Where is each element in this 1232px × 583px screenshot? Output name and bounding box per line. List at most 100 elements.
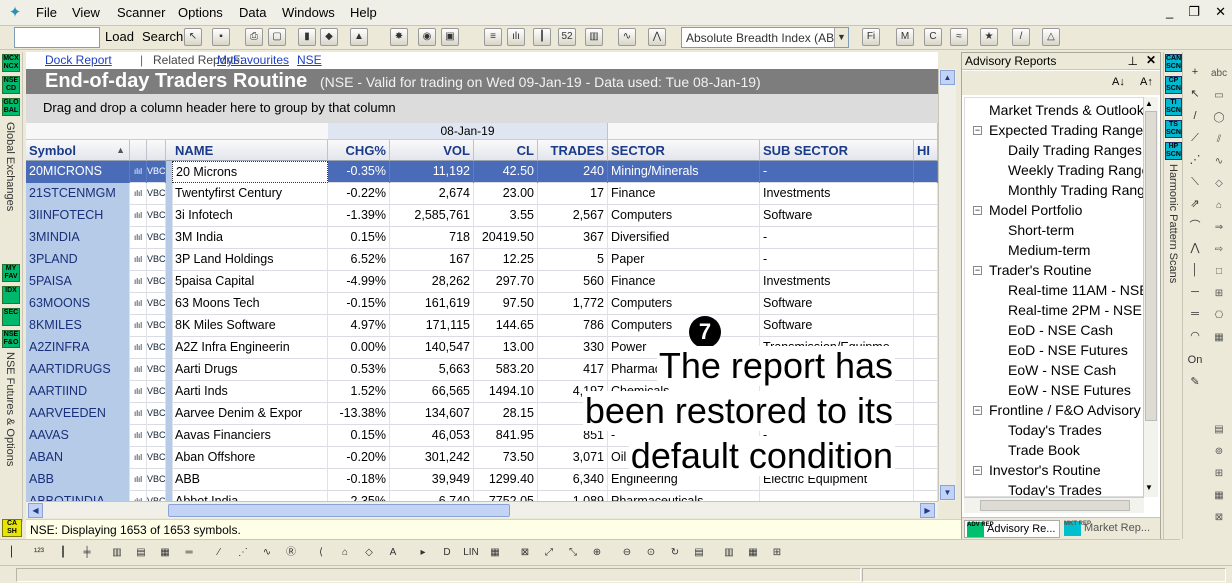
chart-icon[interactable]: ılıl: [130, 359, 147, 381]
parallel-tool-icon[interactable]: ═: [1187, 306, 1203, 322]
volume-icon[interactable]: ▥: [585, 28, 603, 46]
tree-item[interactable]: Real-time 11AM - NSE: [1008, 280, 1143, 300]
cell-hi[interactable]: [914, 249, 938, 271]
cell-trades[interactable]: 367: [538, 227, 608, 249]
text-tool-icon[interactable]: abc: [1211, 66, 1227, 82]
cell-cl[interactable]: 1494.10: [474, 381, 538, 403]
cell-sub-sector[interactable]: Investments: [760, 271, 914, 293]
cell-cl[interactable]: 20419.50: [474, 227, 538, 249]
tab-advisory-reports[interactable]: ADV REP Advisory Re...: [964, 520, 1060, 538]
angle-icon[interactable]: ⟨: [312, 544, 330, 562]
cell-chg[interactable]: -0.20%: [328, 447, 390, 469]
close-icon[interactable]: ✕: [1215, 4, 1226, 22]
vbc-icon[interactable]: VBC: [147, 491, 166, 501]
zoom-out-icon[interactable]: ⊖: [618, 544, 636, 562]
hilo-icon[interactable]: 52: [558, 28, 576, 46]
cell-hi[interactable]: [914, 381, 938, 403]
cell-sub-sector[interactable]: -: [760, 491, 914, 501]
chart-icon[interactable]: ılıl: [130, 183, 147, 205]
cell-chg[interactable]: -1.39%: [328, 205, 390, 227]
network-icon[interactable]: ✸: [390, 28, 408, 46]
cell-name[interactable]: ABB: [172, 469, 328, 491]
bars-icon[interactable]: ılı: [507, 28, 525, 46]
tree-item[interactable]: Real-time 2PM - NSE: [1008, 300, 1142, 320]
numbers-icon[interactable]: ¹²³: [30, 544, 48, 562]
cell-sub-sector[interactable]: Investments: [760, 183, 914, 205]
cell-name[interactable]: 3i Infotech: [172, 205, 328, 227]
cell-cl[interactable]: 7752.05: [474, 491, 538, 501]
rect-tool-icon[interactable]: ▭: [1211, 88, 1227, 104]
cell-hi[interactable]: [914, 161, 938, 183]
hline-tool-icon[interactable]: ─: [1187, 284, 1203, 300]
tree-item[interactable]: Trade Book: [1008, 440, 1080, 460]
cell-vol[interactable]: 718: [390, 227, 474, 249]
cell-cl[interactable]: 1299.40: [474, 469, 538, 491]
cell-chg[interactable]: -0.15%: [328, 293, 390, 315]
chart-icon[interactable]: ılıl: [130, 315, 147, 337]
cell-chg[interactable]: -0.35%: [328, 161, 390, 183]
cell-hi[interactable]: [914, 205, 938, 227]
chart-icon[interactable]: ılıl: [130, 249, 147, 271]
ma-icon[interactable]: ∿: [618, 28, 636, 46]
house-icon[interactable]: ⌂: [336, 544, 354, 562]
column-header-sector[interactable]: SECTOR: [608, 140, 760, 161]
tree-item[interactable]: Model Portfolio: [989, 200, 1082, 220]
edit-tool-icon[interactable]: ✎: [1187, 374, 1203, 390]
cell-sub-sector[interactable]: -: [760, 249, 914, 271]
lock-tool-icon[interactable]: ⎔: [1211, 308, 1227, 324]
tree-item[interactable]: EoD - NSE Cash: [1008, 320, 1113, 340]
shrink-icon[interactable]: ⤡: [564, 544, 582, 562]
cell-hi[interactable]: [914, 469, 938, 491]
cell-name[interactable]: Abbot India: [172, 491, 328, 501]
pointer-tool-icon[interactable]: ↖: [184, 28, 202, 46]
cell-name[interactable]: Aarti Drugs: [172, 359, 328, 381]
arrow-tool-icon[interactable]: ↖: [1187, 86, 1203, 102]
tree-item[interactable]: Monthly Trading Ranges: [1008, 180, 1143, 200]
close-panel-icon[interactable]: ✕: [1146, 53, 1156, 67]
fan-tool-icon[interactable]: ⋰: [1187, 152, 1203, 168]
menu-file[interactable]: File: [36, 5, 57, 20]
cell-symbol[interactable]: 20MICRONS: [26, 161, 130, 183]
chart-icon[interactable]: ılıl: [130, 469, 147, 491]
table-row[interactable]: 21STCENMGM ılıl VBC Twentyfirst Century -0.2…: [26, 183, 938, 205]
line-tool-icon[interactable]: /: [1187, 108, 1203, 124]
globe-icon[interactable]: ◉: [418, 28, 436, 46]
cell-cl[interactable]: 297.70: [474, 271, 538, 293]
ellipse-tool-icon[interactable]: ◯: [1211, 110, 1227, 126]
cell-hi[interactable]: [914, 293, 938, 315]
channel-tool-icon[interactable]: ⫽: [1211, 132, 1227, 148]
cell-symbol[interactable]: 3IINFOTECH: [26, 205, 130, 227]
cell-hi[interactable]: [914, 315, 938, 337]
cell-chg[interactable]: -0.22%: [328, 183, 390, 205]
chart-icon[interactable]: ılıl: [130, 447, 147, 469]
search-button[interactable]: Search: [142, 29, 183, 44]
cell-name[interactable]: A2Z Infra Engineerin: [172, 337, 328, 359]
cell-sub-sector[interactable]: Software: [760, 205, 914, 227]
vline-tool-icon[interactable]: │: [1187, 262, 1203, 278]
cell-chg[interactable]: 2.35%: [328, 491, 390, 501]
tree-collapse-icon[interactable]: −: [973, 466, 982, 475]
mcx-ncx-button[interactable]: MCX NCX: [2, 54, 20, 72]
indicator-icon[interactable]: ◆: [320, 28, 338, 46]
ray-tool-icon[interactable]: ⟋: [1187, 130, 1203, 146]
cell-cl[interactable]: 97.50: [474, 293, 538, 315]
tree-hscroll-thumb[interactable]: [980, 500, 1130, 511]
column-header-chg[interactable]: CHG%: [328, 140, 390, 161]
tree-item[interactable]: EoW - NSE Cash: [1008, 360, 1116, 380]
tree-item[interactable]: Expected Trading Ranges: [989, 120, 1143, 140]
table-row[interactable]: 5PAISA ılıl VBC 5paisa Capital -4.99% 28,262 2…: [26, 271, 938, 293]
chart-icon[interactable]: ılıl: [130, 293, 147, 315]
chevron-down-icon[interactable]: ▼: [834, 28, 848, 47]
cell-chg[interactable]: -13.38%: [328, 403, 390, 425]
idx-button[interactable]: IDX: [2, 286, 20, 304]
tree-collapse-icon[interactable]: −: [973, 266, 982, 275]
column-header-vbc[interactable]: [147, 140, 166, 161]
cycle-tool-icon[interactable]: ⌒: [1187, 218, 1203, 234]
cell-symbol[interactable]: 3PLAND: [26, 249, 130, 271]
arc-tool-icon[interactable]: ◠: [1187, 328, 1203, 344]
cell-symbol[interactable]: 8KMILES: [26, 315, 130, 337]
vbc-icon[interactable]: VBC: [147, 359, 166, 381]
vbc-icon[interactable]: VBC: [147, 227, 166, 249]
cell-vol[interactable]: 2,674: [390, 183, 474, 205]
menu-help[interactable]: Help: [350, 5, 377, 20]
